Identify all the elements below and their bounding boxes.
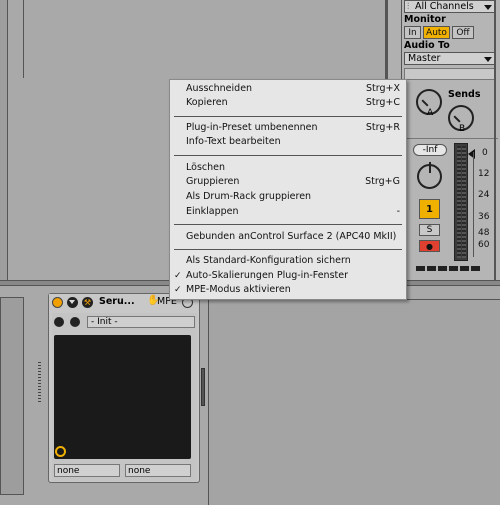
menu-item-label: Als Standard-Konfiguration sichern	[186, 255, 351, 266]
mixer-strip: ⫶ All Channels Monitor In Auto Off Audio…	[402, 0, 500, 280]
empty-dropdown[interactable]	[404, 68, 495, 80]
volume-display[interactable]: -Inf	[413, 144, 447, 156]
mixer-divider	[494, 0, 496, 280]
send-a-knob[interactable]: A	[416, 89, 442, 118]
device-title: Seru...	[99, 296, 135, 307]
plugin-window-button[interactable]	[54, 317, 64, 327]
xy-pad[interactable]	[54, 335, 191, 459]
menu-item-label: Löschen	[186, 162, 225, 173]
device-scrollbar[interactable]	[201, 368, 205, 406]
menu-separator	[174, 116, 402, 117]
meter-tick-label: 60	[478, 240, 490, 250]
context-menu: Ausschneiden Strg+X Kopieren Strg+C Plug-i…	[169, 79, 407, 300]
menu-item-edit-info[interactable]: Info-Text bearbeiten	[170, 135, 406, 149]
meter-tick-label: 24	[478, 190, 490, 200]
menu-item-label: Info-Text bearbeiten	[186, 136, 281, 147]
menu-item-label: Gebunden anControl Surface 2 (APC40 MkII…	[186, 231, 397, 242]
menu-item-copy[interactable]: Kopieren Strg+C	[170, 96, 406, 110]
menu-item-shortcut: Strg+X	[366, 83, 400, 94]
menu-item-label: Einklappen	[186, 206, 239, 217]
checkmark-icon: ✓	[174, 271, 182, 281]
send-b-knob[interactable]: B	[448, 105, 474, 134]
menu-item-cut[interactable]: Ausschneiden Strg+X	[170, 82, 406, 96]
input-channel-dropdown[interactable]: ⫶ All Channels	[404, 0, 495, 13]
sends-divider	[404, 138, 498, 139]
menu-item-group[interactable]: Gruppieren Strg+G	[170, 175, 406, 189]
resize-grip[interactable]	[38, 362, 41, 402]
menu-item-save-default[interactable]: Als Standard-Konfiguration sichern	[170, 254, 406, 268]
meter-scale-line	[473, 152, 474, 257]
menu-separator	[174, 155, 402, 156]
menu-item-shortcut: Strg+R	[365, 122, 400, 133]
meter-tick-label: 36	[478, 212, 490, 222]
monitor-in-button[interactable]: In	[404, 26, 421, 39]
save-preset-button[interactable]	[70, 317, 80, 327]
menu-item-auto-scale-plugin[interactable]: ✓ Auto-Skalierungen Plug-in-Fenster	[170, 269, 406, 283]
menu-item-label: Als Drum-Rack gruppieren	[186, 191, 312, 202]
menu-item-label: Auto-Skalierungen Plug-in-Fenster	[186, 270, 349, 281]
menu-item-fold[interactable]: Einklappen -	[170, 205, 406, 219]
menu-item-shortcut: -	[396, 206, 400, 217]
xy-pad-handle[interactable]	[55, 446, 66, 457]
chevron-down-icon	[484, 57, 492, 62]
menu-item-rename-preset[interactable]: Plug-in-Preset umbenennen Strg+R	[170, 121, 406, 135]
arm-button[interactable]: ●	[419, 240, 440, 252]
menu-item-drum-rack-group[interactable]: Als Drum-Rack gruppieren	[170, 190, 406, 204]
monitor-off-button[interactable]: Off	[452, 26, 474, 39]
menu-item-shortcut: Strg+G	[365, 176, 400, 187]
io-icon: ⫶	[407, 2, 410, 12]
audio-to-dropdown[interactable]: Master	[404, 52, 495, 65]
knob-indicator	[421, 99, 429, 107]
knob-indicator	[429, 162, 431, 173]
pan-knob[interactable]	[417, 162, 442, 189]
xy-param-left[interactable]: none	[54, 464, 120, 477]
menu-item-label: Ausschneiden	[186, 83, 253, 94]
monitor-label: Monitor	[404, 14, 446, 25]
meter-tick-label: 48	[478, 228, 490, 238]
menu-item-label: MPE-Modus aktivieren	[186, 284, 291, 295]
chevron-down-icon	[69, 300, 75, 304]
chain-left-panel	[0, 297, 24, 495]
wrench-icon[interactable]: ⚒	[82, 297, 93, 308]
level-meter	[454, 143, 468, 261]
meter-channel	[457, 146, 461, 258]
menu-item-enable-mpe[interactable]: ✓ MPE-Modus aktivieren	[170, 283, 406, 297]
monitor-auto-button[interactable]: Auto	[423, 26, 450, 39]
checkmark-icon: ✓	[174, 285, 182, 295]
sends-label: Sends	[448, 89, 481, 100]
menu-item-shortcut: Strg+C	[365, 97, 400, 108]
monitor-switch: In Auto Off	[404, 26, 475, 39]
audio-to-label: Audio To	[404, 40, 450, 51]
meter-tick-label: 12	[478, 169, 490, 179]
audio-to-value: Master	[408, 53, 441, 64]
menu-separator	[174, 249, 402, 250]
menu-item-label: Plug-in-Preset umbenennen	[186, 122, 318, 133]
meter-tick-label: 0	[482, 148, 488, 158]
crossfader-assign[interactable]	[416, 266, 480, 271]
track-activator-button[interactable]: 1	[419, 199, 440, 219]
fold-button[interactable]	[67, 297, 78, 308]
device-activator-button[interactable]	[52, 297, 63, 308]
menu-item-control-surface-lock[interactable]: Gebunden anControl Surface 2 (APC40 MkII…	[170, 230, 406, 244]
chevron-down-icon	[484, 5, 492, 10]
device-body: - Init - none none	[52, 313, 197, 481]
device-drop-area[interactable]	[208, 299, 500, 505]
solo-button[interactable]: S	[419, 224, 440, 236]
menu-item-delete[interactable]: Löschen	[170, 161, 406, 175]
device-panel: ⚒ Seru... ✋ MPE - Init - none none	[48, 293, 200, 483]
clip-slot-column[interactable]	[23, 0, 24, 78]
send-b-label: B	[459, 124, 466, 134]
preset-field[interactable]: - Init -	[87, 316, 195, 328]
clip-slot-column[interactable]	[0, 0, 8, 280]
menu-separator	[174, 224, 402, 225]
menu-item-label: Gruppieren	[186, 176, 240, 187]
send-a-label: A	[427, 108, 434, 118]
menu-item-label: Kopieren	[186, 97, 228, 108]
input-channel-value: All Channels	[415, 1, 474, 12]
knob-indicator	[453, 115, 461, 123]
xy-param-right[interactable]: none	[125, 464, 191, 477]
meter-channel	[462, 146, 466, 258]
